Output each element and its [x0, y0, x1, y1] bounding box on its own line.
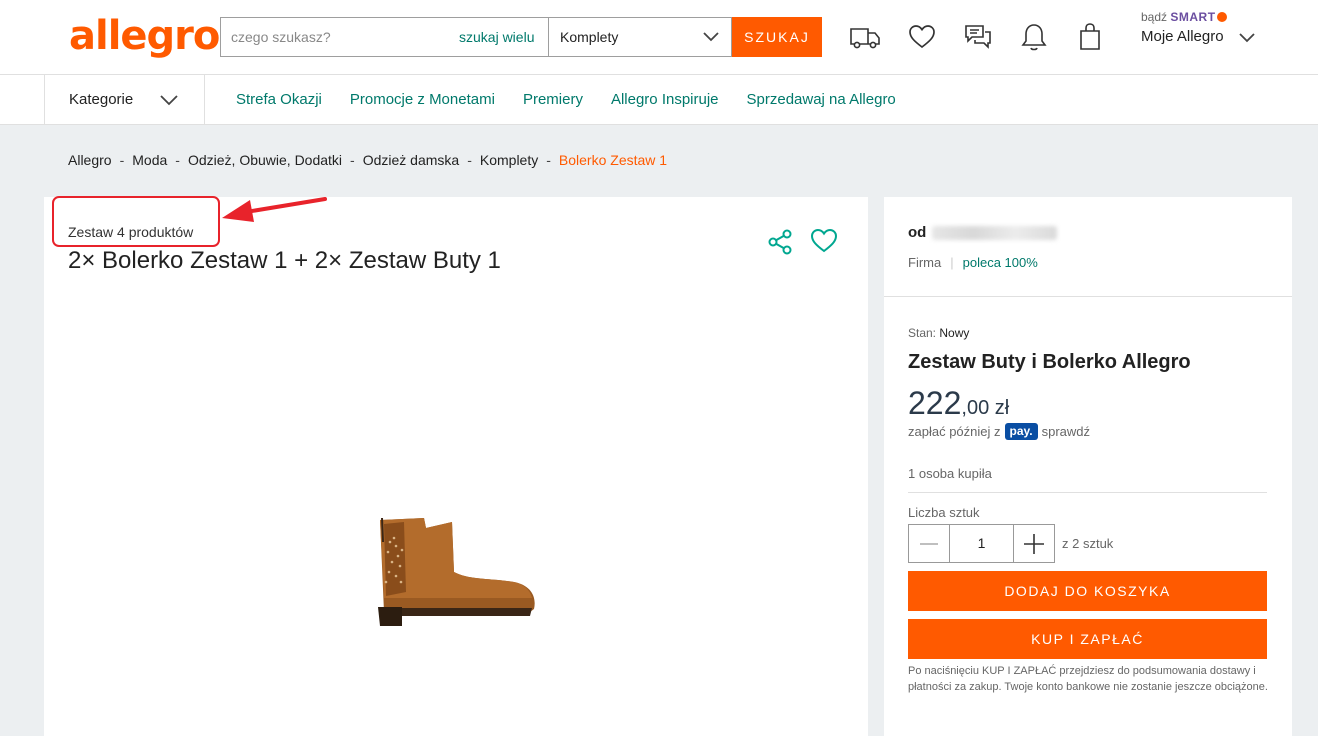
main-nav: Kategorie Strefa Okazji Promocje z Monet…	[0, 75, 1318, 125]
breadcrumb-separator: -	[467, 152, 472, 168]
offer-card: od Firma | poleca 100% Stan: Nowy Zestaw B…	[884, 197, 1292, 736]
price: 222,00 zł	[908, 385, 1009, 422]
nav-link-inspiruje[interactable]: Allegro Inspiruje	[611, 75, 719, 125]
pay-later-text: zapłać później z	[908, 424, 1001, 439]
product-image-boot[interactable]	[374, 512, 539, 627]
top-header: allegro szukaj wielu Komplety SZUKAJ bąd…	[0, 0, 1318, 75]
price-decimal: ,00 zł	[961, 397, 1010, 419]
smart-brand: SMART	[1170, 10, 1216, 24]
account-menu[interactable]: Moje Allegro	[1141, 28, 1224, 45]
condition-value: Nowy	[939, 326, 970, 340]
condition: Stan: Nowy	[908, 326, 969, 340]
divider	[908, 492, 1267, 493]
nav-link-promocje[interactable]: Promocje z Monetami	[350, 75, 495, 125]
quantity-increase-button[interactable]	[1013, 525, 1054, 562]
heart-icon[interactable]	[905, 20, 939, 54]
breadcrumb-separator: -	[546, 152, 551, 168]
product-card: Zestaw 4 produktów 2× Bolerko Zestaw 1 +…	[44, 196, 868, 736]
breadcrumb-item[interactable]: Allegro	[68, 152, 112, 168]
nav-link-strefa-okazji[interactable]: Strefa Okazji	[236, 75, 322, 125]
category-select-value: Komplety	[560, 29, 619, 45]
quantity-stepper: 1	[908, 524, 1055, 563]
chevron-down-icon	[703, 32, 719, 42]
offer-title: Zestaw Buty i Bolerko Allegro	[908, 351, 1191, 373]
breadcrumb: Allegro - Moda - Odzież, Obuwie, Dodatki…	[68, 152, 667, 168]
buy-disclaimer: Po naciśnięciu KUP I ZAPŁAĆ przejdziesz …	[908, 665, 1268, 693]
add-to-cart-button[interactable]: DODAJ DO KOSZYKA	[908, 571, 1267, 611]
breadcrumb-item[interactable]: Komplety	[480, 152, 538, 168]
seller-prefix: od	[908, 224, 927, 241]
categories-label: Kategorie	[69, 91, 134, 108]
category-select[interactable]: Komplety	[548, 18, 732, 56]
search-button[interactable]: SZUKAJ	[732, 17, 822, 57]
seller-type: Firma	[908, 255, 942, 270]
price-integer: 222	[908, 385, 962, 421]
seller-recommend[interactable]: poleca 100%	[963, 255, 1038, 270]
nav-links: Strefa Okazji Promocje z Monetami Premie…	[236, 75, 896, 125]
product-title: 2× Bolerko Zestaw 1 + 2× Zestaw Buty 1	[68, 247, 501, 274]
breadcrumb-current: Bolerko Zestaw 1	[558, 152, 668, 168]
breadcrumb-item[interactable]: Odzież, Obuwie, Dodatki	[188, 152, 342, 168]
minus-icon	[920, 542, 938, 545]
shopping-bag-icon[interactable]	[1073, 20, 1107, 54]
allegro-pay-badge: pay.	[1004, 423, 1038, 440]
nav-link-premiery[interactable]: Premiery	[523, 75, 583, 125]
allegro-logo[interactable]: allegro	[69, 14, 220, 58]
chat-icon[interactable]	[961, 20, 995, 54]
smart-prefix: bądź	[1141, 10, 1168, 24]
smart-badge-icon	[1216, 12, 1227, 22]
plus-icon	[1024, 533, 1044, 554]
quantity-available: z 2 sztuk	[1062, 536, 1114, 551]
product-set-label: Zestaw 4 produktów	[68, 224, 194, 240]
seller-name-blurred	[932, 225, 1058, 240]
quantity-label: Liczba sztuk	[908, 505, 980, 520]
quantity-input[interactable]: 1	[950, 525, 1013, 562]
seller-meta: Firma | poleca 100%	[908, 255, 1038, 270]
quantity-decrease-button[interactable]	[909, 525, 950, 562]
nav-link-sprzedawaj[interactable]: Sprzedawaj na Allegro	[747, 75, 896, 125]
categories-dropdown[interactable]: Kategorie	[44, 75, 205, 125]
condition-label: Stan:	[908, 326, 937, 340]
bought-count: 1 osoba kupiła	[908, 466, 992, 481]
pay-later-check-link[interactable]: sprawdź	[1042, 424, 1090, 439]
seller-meta-divider: |	[950, 255, 954, 270]
breadcrumb-separator: -	[350, 152, 355, 168]
share-icon[interactable]	[766, 228, 794, 256]
breadcrumb-item[interactable]: Moda	[132, 152, 167, 168]
bell-icon[interactable]	[1017, 20, 1051, 54]
breadcrumb-separator: -	[119, 152, 125, 168]
heart-icon[interactable]	[810, 228, 838, 254]
breadcrumb-item[interactable]: Odzież damska	[363, 152, 459, 168]
search-bar: szukaj wielu Komplety	[220, 17, 732, 57]
seller-row[interactable]: od	[908, 224, 1058, 241]
pay-later-row: zapłać później z pay. sprawdź	[908, 423, 1090, 440]
buy-now-button[interactable]: KUP I ZAPŁAĆ	[908, 619, 1267, 659]
delivery-truck-icon[interactable]	[848, 20, 882, 54]
chevron-down-icon[interactable]	[1238, 30, 1256, 46]
chevron-down-icon	[160, 95, 178, 106]
multi-search-link[interactable]: szukaj wielu	[459, 18, 534, 56]
breadcrumb-separator: -	[175, 152, 180, 168]
divider	[884, 296, 1292, 297]
smart-promo[interactable]: bądź SMART	[1141, 10, 1227, 24]
